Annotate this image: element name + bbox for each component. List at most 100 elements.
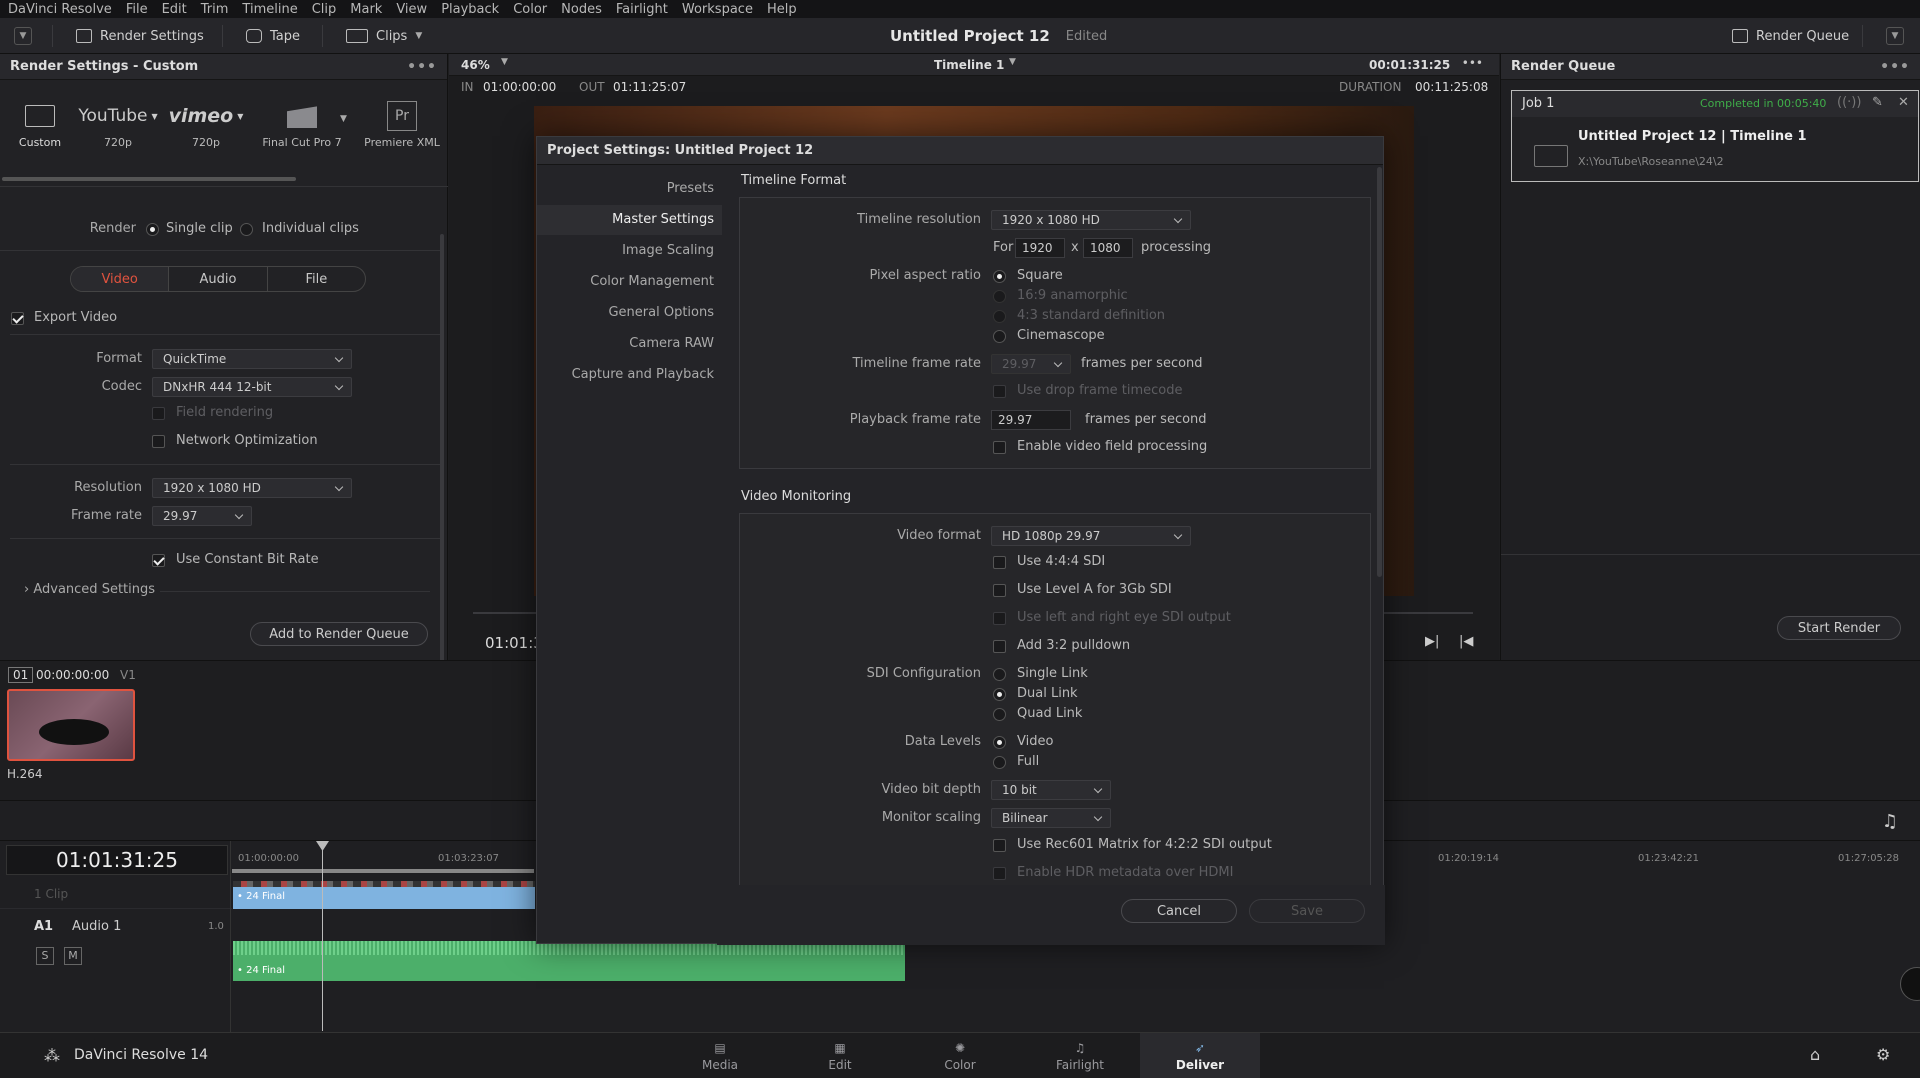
single-clip-radio[interactable]	[146, 223, 159, 236]
page-deliver[interactable]: ➶ Deliver	[1140, 1033, 1260, 1078]
tab-video[interactable]: Video	[71, 267, 170, 291]
clip-thumbnail[interactable]	[7, 689, 135, 761]
timeline-name[interactable]: Timeline 1	[934, 58, 1004, 72]
start-render-button[interactable]: Start Render	[1777, 616, 1901, 640]
levelA-checkbox[interactable]	[993, 584, 1006, 597]
chevron-down-icon[interactable]: ▼	[501, 57, 508, 67]
tape-toggle[interactable]: Tape	[246, 25, 300, 47]
menu-edit[interactable]: Edit	[155, 2, 194, 17]
page-media[interactable]: ▤ Media	[660, 1033, 780, 1078]
par-anamorphic-radio[interactable]	[993, 290, 1006, 303]
menu-timeline[interactable]: Timeline	[235, 2, 304, 17]
constant-bitrate-checkbox[interactable]	[152, 554, 165, 567]
data-levels-full-radio[interactable]	[993, 756, 1006, 769]
field-processing-checkbox[interactable]	[993, 441, 1006, 454]
render-settings-scrollbar[interactable]	[440, 234, 444, 664]
individual-clips-radio[interactable]	[240, 223, 253, 236]
drop-frame-checkbox[interactable]	[993, 385, 1006, 398]
resolution-dropdown[interactable]: 1920 x 1080 HD	[152, 478, 352, 498]
sdi-single-radio[interactable]	[993, 668, 1006, 681]
mute-button[interactable]: M	[64, 947, 82, 965]
menu-workspace[interactable]: Workspace	[675, 2, 760, 17]
pencil-icon[interactable]: ✎	[1872, 95, 1883, 110]
menu-help[interactable]: Help	[760, 2, 804, 17]
timeline-resolution-dropdown[interactable]: 1920 x 1080 HD	[991, 210, 1191, 230]
menu-davinci[interactable]: DaVinci Resolve	[0, 2, 119, 17]
page-edit[interactable]: ▦ Edit	[780, 1033, 900, 1078]
skip-start-icon[interactable]: |◀	[1459, 634, 1473, 649]
playback-frame-rate-input[interactable]: 29.97	[991, 410, 1071, 430]
save-button[interactable]: Save	[1249, 899, 1365, 923]
menu-mark[interactable]: Mark	[343, 2, 389, 17]
format-dropdown[interactable]: QuickTime	[152, 349, 352, 369]
render-settings-toggle[interactable]: Render Settings	[76, 25, 204, 47]
music-note-icon[interactable]: ♫	[1882, 811, 1898, 832]
audio-clip[interactable]: • 24 Final	[233, 941, 905, 981]
leftright-checkbox[interactable]	[993, 612, 1006, 625]
sdi-quad-radio[interactable]	[993, 708, 1006, 721]
preset-vimeo[interactable]: vimeo ▼ 720p	[166, 96, 246, 149]
nav-camera-raw[interactable]: Camera RAW	[629, 336, 714, 351]
zoom-level[interactable]: 46%	[461, 58, 490, 72]
menu-playback[interactable]: Playback	[434, 2, 506, 17]
page-color[interactable]: ✺ Color	[900, 1033, 1020, 1078]
right-panel-toggle[interactable]: ▼	[1886, 25, 1904, 47]
more-options-icon[interactable]: •••	[1462, 56, 1483, 70]
menu-color[interactable]: Color	[506, 2, 554, 17]
width-input[interactable]: 1920	[1015, 238, 1065, 258]
menu-fairlight[interactable]: Fairlight	[609, 2, 675, 17]
solo-button[interactable]: S	[36, 947, 54, 965]
timeline-frame-rate-dropdown[interactable]: 29.97	[991, 354, 1071, 374]
chevron-down-icon[interactable]: ▼	[340, 114, 347, 124]
nav-master-settings[interactable]: Master Settings	[537, 205, 722, 235]
play-icon[interactable]: ▶|	[1425, 634, 1439, 649]
frame-rate-dropdown[interactable]: 29.97	[152, 506, 252, 526]
hdr-checkbox[interactable]	[993, 867, 1006, 880]
par-cinemascope-radio[interactable]	[993, 330, 1006, 343]
playhead[interactable]	[322, 841, 323, 1031]
sdi-dual-radio[interactable]	[993, 688, 1006, 701]
cancel-button[interactable]: Cancel	[1121, 899, 1237, 923]
dialog-scrollbar[interactable]	[1377, 167, 1382, 577]
codec-dropdown[interactable]: DNxHR 444 12-bit	[152, 377, 352, 397]
add-to-render-queue-button[interactable]: Add to Render Queue	[250, 622, 428, 646]
preset-premiere[interactable]: Pr Premiere XML	[362, 96, 442, 149]
nav-presets[interactable]: Presets	[667, 181, 714, 196]
preset-youtube[interactable]: YouTube ▼ 720p	[78, 96, 158, 149]
nav-capture-playback[interactable]: Capture and Playback	[572, 367, 714, 382]
data-levels-video-radio[interactable]	[993, 736, 1006, 749]
menu-trim[interactable]: Trim	[194, 2, 236, 17]
monitor-scaling-dropdown[interactable]: Bilinear	[991, 808, 1111, 828]
more-options-icon[interactable]: •••	[407, 59, 437, 75]
render-queue-toggle[interactable]: Render Queue	[1732, 25, 1849, 47]
nav-image-scaling[interactable]: Image Scaling	[622, 243, 714, 258]
close-icon[interactable]: ✕	[1898, 95, 1909, 110]
preset-fcp7[interactable]: Final Cut Pro 7	[260, 96, 344, 149]
collapse-handle[interactable]	[1900, 967, 1920, 1001]
advanced-settings-toggle[interactable]: › Advanced Settings	[24, 582, 155, 597]
home-icon[interactable]: ⌂	[1810, 1045, 1820, 1064]
pulldown-checkbox[interactable]	[993, 640, 1006, 653]
network-opt-checkbox[interactable]	[152, 435, 165, 448]
tab-file[interactable]: File	[268, 267, 365, 291]
par-sd-radio[interactable]	[993, 310, 1006, 323]
use444-checkbox[interactable]	[993, 556, 1006, 569]
clips-toggle[interactable]: Clips ▼	[346, 25, 422, 47]
menu-nodes[interactable]: Nodes	[554, 2, 609, 17]
sidebar-toggle-button[interactable]: ▼	[14, 25, 32, 47]
height-input[interactable]: 1080	[1083, 238, 1133, 258]
video-format-dropdown[interactable]: HD 1080p 29.97	[991, 526, 1191, 546]
presets-scrollbar[interactable]	[2, 177, 296, 181]
preset-custom[interactable]: Custom	[0, 96, 80, 149]
more-options-icon[interactable]: •••	[1880, 59, 1910, 75]
nav-general-options[interactable]: General Options	[608, 305, 714, 320]
job-card[interactable]: Job 1 Completed in 00:05:40 ((·)) ✎ ✕ Un…	[1511, 90, 1919, 182]
menu-file[interactable]: File	[119, 2, 155, 17]
bit-depth-dropdown[interactable]: 10 bit	[991, 780, 1111, 800]
video-clip[interactable]: • 24 Final	[233, 881, 535, 909]
par-square-radio[interactable]	[993, 270, 1006, 283]
rec601-checkbox[interactable]	[993, 839, 1006, 852]
export-video-checkbox[interactable]	[11, 312, 24, 325]
tab-audio[interactable]: Audio	[169, 267, 268, 291]
nav-color-management[interactable]: Color Management	[590, 274, 714, 289]
